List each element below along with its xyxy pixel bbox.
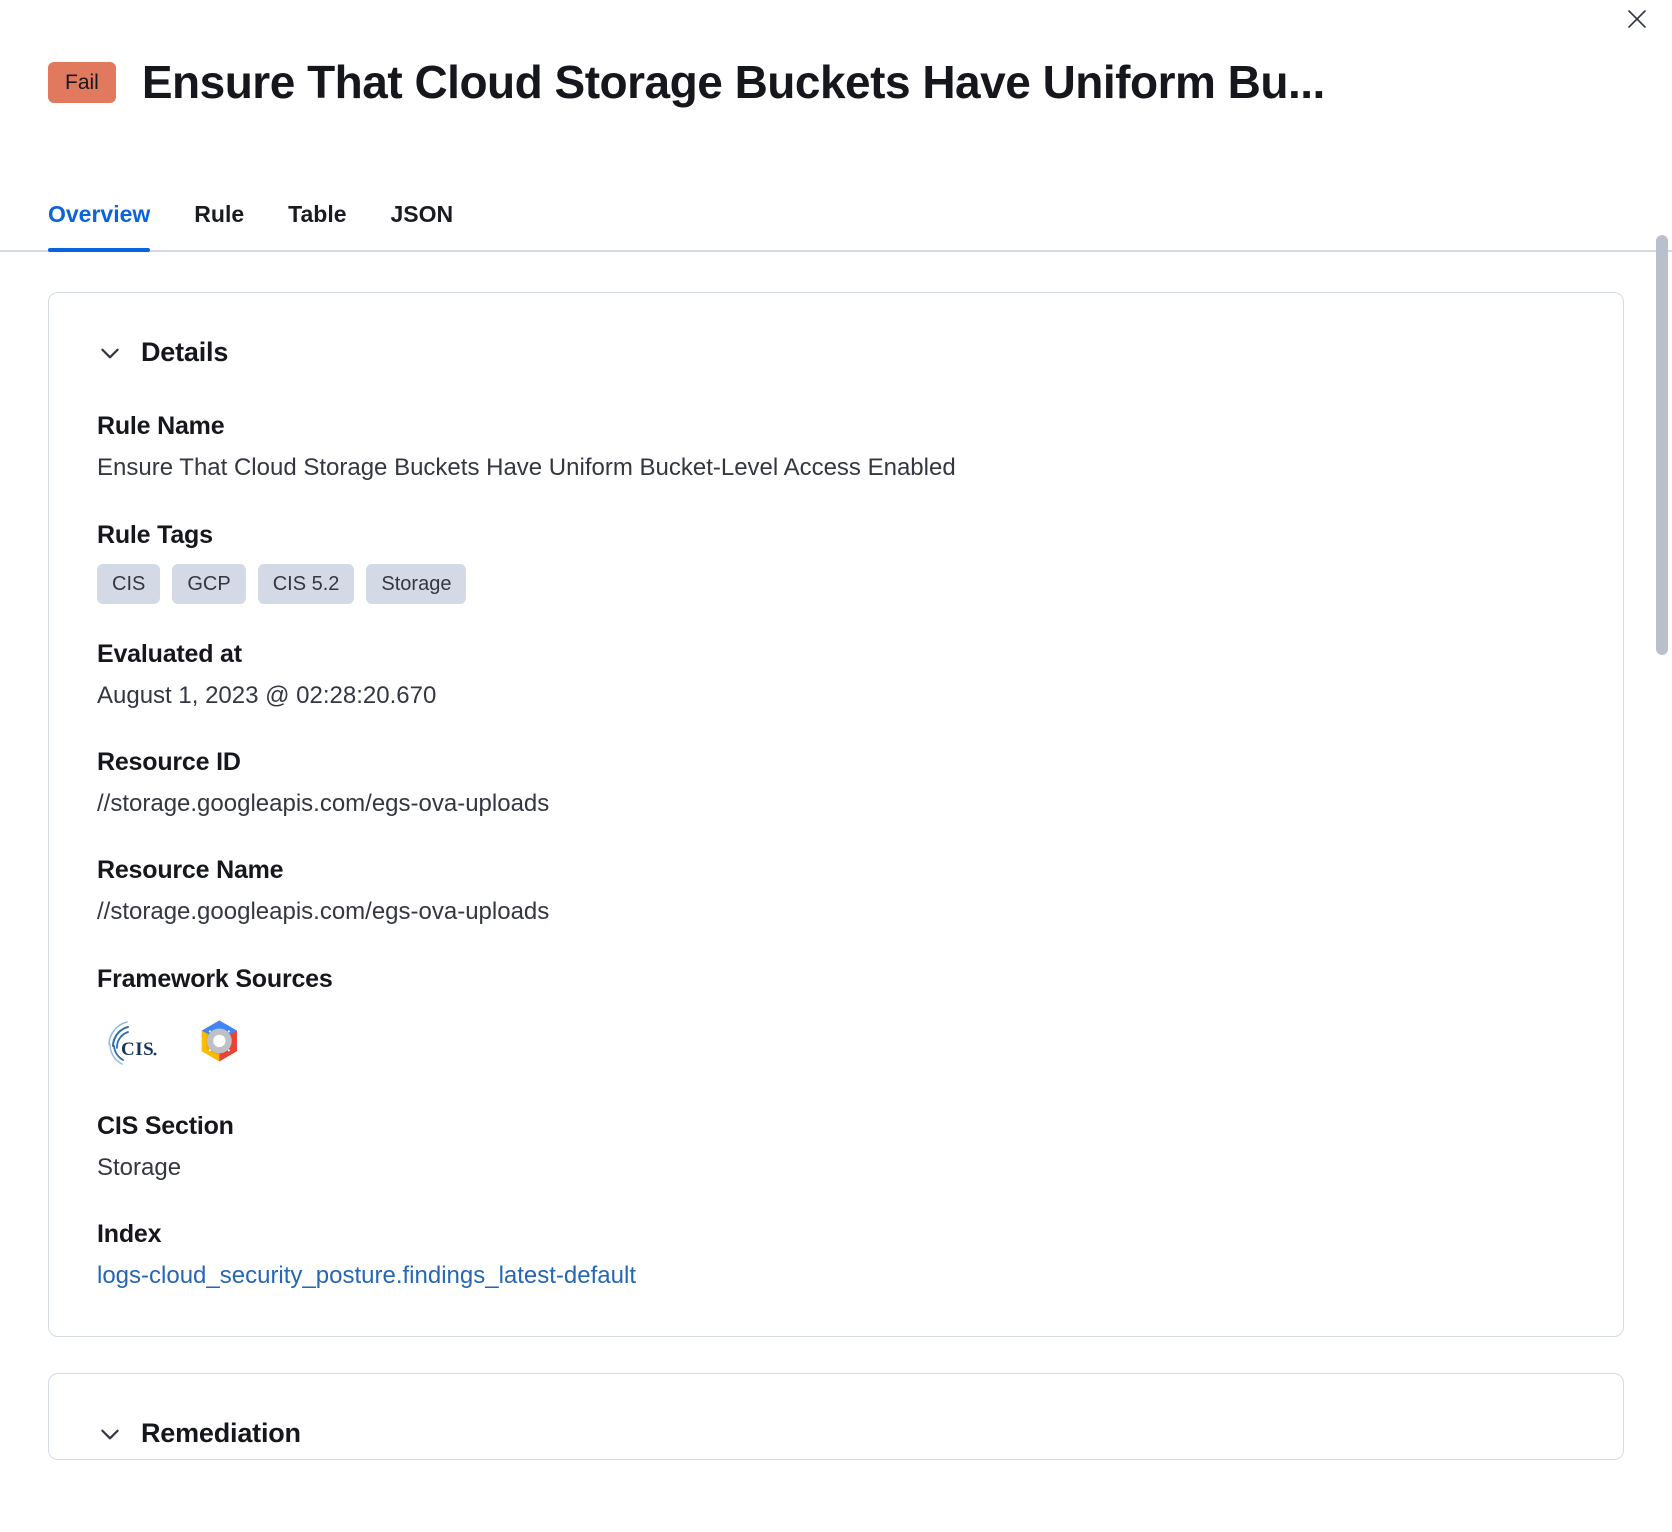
finding-flyout: Fail Ensure That Cloud Storage Buckets H… bbox=[0, 0, 1672, 1532]
details-accordion-header[interactable]: Details bbox=[97, 337, 1575, 368]
tab-overview-label: Overview bbox=[48, 201, 151, 228]
close-button[interactable] bbox=[1620, 2, 1654, 36]
field-resource-id: Resource ID //storage.googleapis.com/egs… bbox=[97, 748, 1575, 820]
rule-tag: GCP bbox=[172, 563, 246, 604]
tab-table[interactable]: Table bbox=[266, 201, 368, 250]
field-index-label: Index bbox=[97, 1220, 162, 1249]
field-rule-name-label: Rule Name bbox=[97, 412, 225, 441]
rule-tag: CIS bbox=[97, 563, 161, 604]
details-panel: Details Rule Name Ensure That Cloud Stor… bbox=[48, 292, 1624, 1338]
status-badge: Fail bbox=[48, 62, 116, 104]
field-index: Index logs-cloud_security_posture.findin… bbox=[97, 1220, 1575, 1292]
vertical-scrollbar-thumb[interactable] bbox=[1656, 235, 1668, 655]
field-evaluated-at-value: August 1, 2023 @ 02:28:20.670 bbox=[97, 681, 437, 709]
rule-tag: CIS 5.2 bbox=[257, 563, 355, 604]
rule-tag: Storage bbox=[366, 563, 467, 604]
tab-bar: Overview Rule Table JSON bbox=[0, 201, 1672, 253]
details-section-title: Details bbox=[141, 337, 229, 368]
field-resource-id-value: //storage.googleapis.com/egs-ova-uploads bbox=[97, 789, 550, 817]
chevron-down-icon bbox=[97, 1421, 123, 1447]
chevron-down-icon bbox=[97, 340, 123, 366]
field-cis-section: CIS Section Storage bbox=[97, 1112, 1575, 1184]
title-row: Fail Ensure That Cloud Storage Buckets H… bbox=[48, 26, 1528, 139]
field-evaluated-at: Evaluated at August 1, 2023 @ 02:28:20.6… bbox=[97, 640, 1575, 712]
framework-sources-list: CIS bbox=[97, 1010, 1575, 1076]
tab-rule[interactable]: Rule bbox=[172, 201, 266, 250]
field-cis-section-label: CIS Section bbox=[97, 1111, 234, 1140]
tab-table-label: Table bbox=[288, 201, 347, 228]
tab-json[interactable]: JSON bbox=[369, 201, 476, 250]
field-resource-name-value: //storage.googleapis.com/egs-ova-uploads bbox=[97, 898, 550, 926]
vertical-scrollbar-track[interactable] bbox=[1656, 215, 1668, 1532]
field-resource-name: Resource Name //storage.googleapis.com/e… bbox=[97, 856, 1575, 928]
field-framework-sources-label: Framework Sources bbox=[97, 964, 333, 993]
svg-text:CIS: CIS bbox=[121, 1039, 154, 1060]
field-evaluated-at-label: Evaluated at bbox=[97, 639, 242, 668]
remediation-accordion-header[interactable]: Remediation bbox=[97, 1418, 1575, 1449]
field-rule-tags-label: Rule Tags bbox=[97, 520, 213, 549]
index-link[interactable]: logs-cloud_security_posture.findings_lat… bbox=[97, 1262, 636, 1289]
remediation-section-title: Remediation bbox=[141, 1418, 301, 1449]
field-rule-tags: Rule Tags CIS GCP CIS 5.2 Storage bbox=[97, 521, 1575, 604]
field-resource-id-label: Resource ID bbox=[97, 747, 241, 776]
field-resource-name-label: Resource Name bbox=[97, 856, 284, 885]
field-cis-section-value: Storage bbox=[97, 1153, 182, 1181]
cis-logo: CIS bbox=[97, 1010, 163, 1076]
field-rule-name-value: Ensure That Cloud Storage Buckets Have U… bbox=[97, 454, 956, 482]
flyout-header: Fail Ensure That Cloud Storage Buckets H… bbox=[0, 0, 1672, 139]
tab-rule-label: Rule bbox=[194, 201, 245, 228]
flyout-body: Details Rule Name Ensure That Cloud Stor… bbox=[0, 252, 1672, 1532]
close-icon bbox=[1625, 7, 1649, 31]
page-title: Ensure That Cloud Storage Buckets Have U… bbox=[141, 56, 1325, 108]
rule-tags-list: CIS GCP CIS 5.2 Storage bbox=[97, 563, 1575, 604]
field-rule-name: Rule Name Ensure That Cloud Storage Buck… bbox=[97, 412, 1575, 484]
tab-overview[interactable]: Overview bbox=[48, 201, 172, 253]
remediation-panel: Remediation bbox=[48, 1373, 1624, 1461]
google-cloud-logo bbox=[187, 1010, 253, 1076]
tab-json-label: JSON bbox=[390, 201, 454, 228]
field-framework-sources: Framework Sources CIS bbox=[97, 965, 1575, 1076]
